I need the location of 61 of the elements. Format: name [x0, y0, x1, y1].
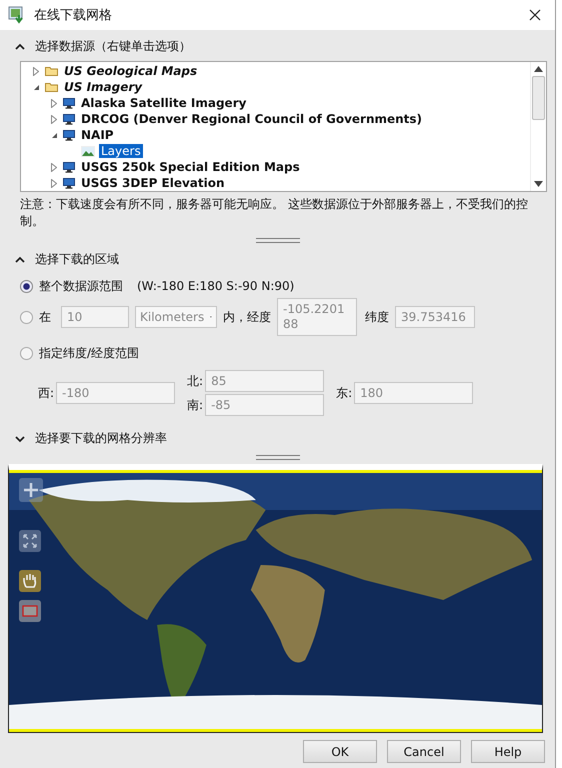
monitor-icon: [63, 98, 75, 108]
west-label: 西:: [38, 384, 54, 402]
section-title: 选择数据源（右键单击选项）: [35, 38, 191, 55]
latitude-label: 纬度: [365, 308, 389, 326]
tree-item[interactable]: DRCOG (Denver Regional Council of Governments): [79, 112, 424, 126]
scroll-up-icon[interactable]: [534, 66, 543, 72]
scroll-thumb[interactable]: [532, 76, 545, 120]
tree-item[interactable]: Layers: [99, 144, 143, 158]
dialog-button[interactable]: Help: [471, 740, 545, 763]
south-label: 南:: [187, 396, 204, 414]
monitor-icon: [63, 114, 75, 124]
select-rectangle-icon[interactable]: [19, 600, 41, 622]
monitor-icon: [63, 162, 75, 172]
close-icon[interactable]: [529, 9, 541, 21]
monitor-icon: [63, 130, 75, 140]
tree-item[interactable]: USGS 3DEP Elevation: [79, 176, 227, 190]
tree-item[interactable]: US Geological Maps: [62, 64, 200, 78]
zoom-in-icon[interactable]: [19, 478, 43, 502]
collapsed-arrow-icon[interactable]: [51, 98, 57, 108]
splitter-handle[interactable]: [256, 238, 300, 243]
east-label: 东:: [336, 384, 352, 402]
fit-extent-icon[interactable]: [19, 530, 41, 552]
tree-item[interactable]: US Imagery: [62, 80, 144, 94]
radio-button[interactable]: [20, 310, 33, 324]
collapse-icon: [15, 42, 25, 50]
tree-item[interactable]: USGS 250k Special Edition Maps: [79, 160, 302, 174]
collapsed-arrow-icon[interactable]: [51, 162, 57, 172]
section-header[interactable]: 选择数据源（右键单击选项）: [0, 30, 191, 57]
option-label: 整个数据源范围: [39, 278, 123, 294]
window-title: 在线下载网格: [34, 7, 113, 24]
radio-button[interactable]: [20, 346, 33, 360]
section-title: 选择下载的区域: [35, 251, 119, 268]
section-header[interactable]: 选择下载的区域: [0, 243, 119, 270]
splitter-handle[interactable]: [256, 455, 300, 460]
option-label: 指定纬度/经度范围: [39, 344, 140, 362]
option-label: 在: [39, 308, 51, 326]
folder-icon: [45, 82, 58, 92]
scroll-down-icon[interactable]: [534, 181, 543, 187]
radio-button[interactable]: [20, 280, 33, 292]
collapse-icon: [15, 256, 25, 264]
section-header[interactable]: 选择要下载的网格分辨率: [0, 416, 167, 449]
within-label: 内，经度: [223, 308, 271, 326]
north-label: 北:: [187, 372, 204, 390]
dialog-button[interactable]: OK: [303, 740, 377, 763]
extent-text: (W:-180 E:180 S:-90 N:90): [137, 279, 294, 293]
hand-icon[interactable]: [19, 570, 41, 592]
monitor-icon: [63, 178, 75, 188]
expanded-arrow-icon[interactable]: [32, 84, 40, 90]
collapsed-arrow-icon[interactable]: [51, 114, 57, 124]
tree-item[interactable]: NAIP: [79, 128, 116, 142]
section-title: 选择要下载的网格分辨率: [35, 430, 167, 447]
collapsed-arrow-icon[interactable]: [51, 178, 57, 188]
image-icon: [81, 146, 95, 156]
folder-icon: [45, 66, 58, 76]
scrollbar[interactable]: [530, 62, 546, 191]
collapsed-arrow-icon[interactable]: [33, 66, 39, 76]
expand-icon: [15, 434, 25, 442]
dialog-button[interactable]: Cancel: [387, 740, 461, 763]
note-text: 注意：下载速度会有所不同，服务器可能无响应。 这些数据源位于外部服务器上，不受我们的控制。: [20, 196, 529, 230]
expanded-arrow-icon[interactable]: [50, 132, 58, 138]
tree-item[interactable]: Alaska Satellite Imagery: [79, 96, 248, 110]
